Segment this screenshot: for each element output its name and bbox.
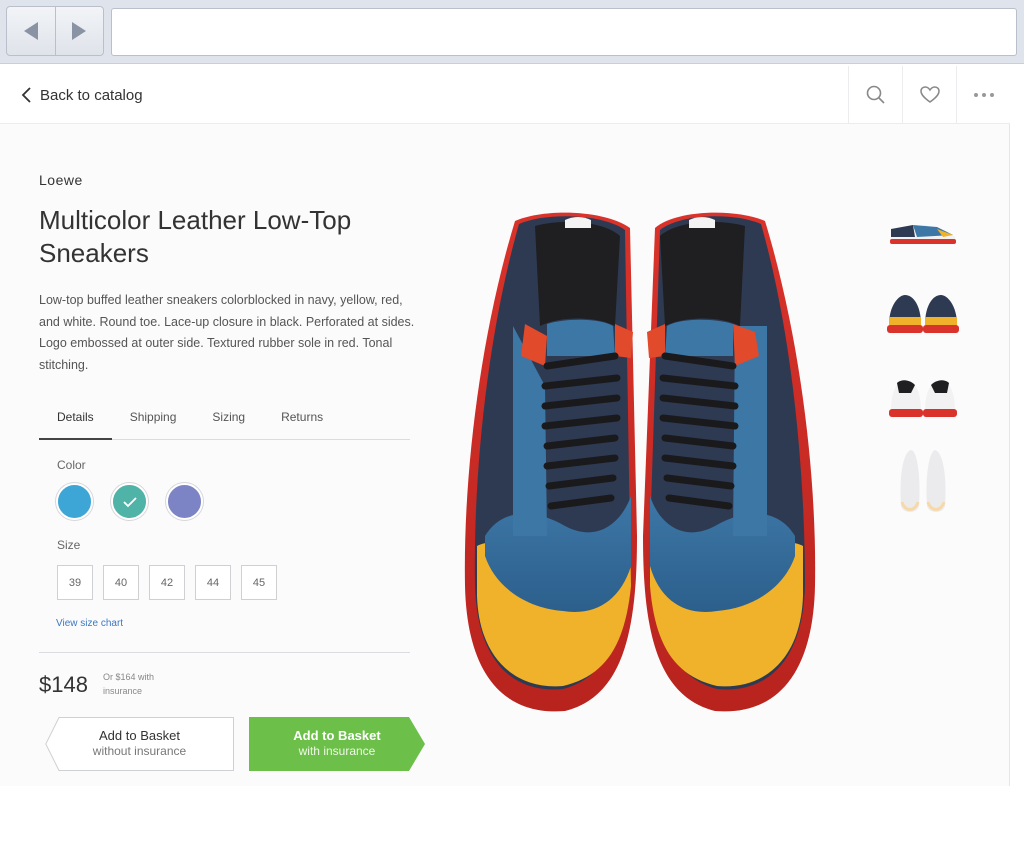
thumbnail-image xyxy=(900,450,946,512)
back-label: Back to catalog xyxy=(40,86,143,104)
price: $148 xyxy=(39,672,88,697)
size-options: 39 40 42 44 45 xyxy=(57,565,287,600)
product-tabs: Details Shipping Sizing Returns xyxy=(39,402,410,440)
button-text: Add to Basket with insurance xyxy=(249,728,425,759)
product-title: Multicolor Leather Low-Top Sneakers xyxy=(39,205,352,268)
triangle-right-icon xyxy=(72,22,87,40)
divider xyxy=(39,652,410,653)
page-topbar: Back to catalog xyxy=(0,66,1010,124)
product-page: Back to catalog Loewe Multicolor Leather… xyxy=(0,66,1010,786)
size-option[interactable]: 42 xyxy=(149,565,185,600)
left-shoe xyxy=(464,212,637,712)
button-sub-label: without insurance xyxy=(92,744,187,758)
size-option[interactable]: 40 xyxy=(103,565,139,600)
browser-nav-buttons xyxy=(6,6,104,56)
button-text: Add to Basket without insurance xyxy=(45,728,234,759)
thumbnail-image xyxy=(890,225,956,244)
right-shoe xyxy=(643,212,816,712)
size-chart-link[interactable]: View size chart xyxy=(56,618,123,629)
checkmark-icon xyxy=(122,496,137,507)
button-main-label: Add to Basket xyxy=(293,728,381,743)
search-icon xyxy=(866,85,885,104)
add-to-basket-without-insurance-button[interactable]: Add to Basket without insurance xyxy=(45,717,234,771)
color-swatch-purple[interactable] xyxy=(166,483,203,520)
tab-details[interactable]: Details xyxy=(39,402,112,440)
thumbnail-image xyxy=(889,380,957,417)
price-insurance-note: Or $164 with insurance xyxy=(103,672,155,696)
product-thumbnails xyxy=(878,190,968,526)
size-option[interactable]: 45 xyxy=(241,565,277,600)
more-dots-icon xyxy=(973,93,994,97)
chevron-left-icon xyxy=(21,87,31,103)
color-swatch-teal[interactable] xyxy=(111,483,148,520)
topbar-actions xyxy=(848,66,1010,124)
brand-name: Loewe xyxy=(39,172,83,188)
browser-toolbar xyxy=(0,0,1024,64)
thumbnail-image xyxy=(887,295,959,333)
back-to-catalog-link[interactable]: Back to catalog xyxy=(14,82,143,108)
size-label: Size xyxy=(57,538,81,552)
tab-shipping[interactable]: Shipping xyxy=(130,402,177,439)
thumbnail-back-view[interactable] xyxy=(878,358,968,438)
heart-icon xyxy=(919,86,940,103)
size-option[interactable]: 44 xyxy=(195,565,231,600)
product-image xyxy=(464,212,816,712)
more-button[interactable] xyxy=(956,66,1010,124)
button-main-label: Add to Basket xyxy=(99,728,180,743)
tab-sizing[interactable]: Sizing xyxy=(212,402,245,439)
address-bar[interactable] xyxy=(111,8,1017,56)
size-option[interactable]: 39 xyxy=(57,565,93,600)
thumbnail-side-view[interactable] xyxy=(878,190,968,270)
product-description: Low-top buffed leather sneakers colorblo… xyxy=(39,293,415,372)
color-swatch-blue[interactable] xyxy=(56,483,93,520)
tab-returns[interactable]: Returns xyxy=(281,402,323,439)
thumbnail-top-view[interactable] xyxy=(878,442,968,522)
thumbnail-front-view[interactable] xyxy=(878,274,968,354)
add-to-basket-with-insurance-button[interactable]: Add to Basket with insurance xyxy=(249,717,425,771)
browser-forward-button[interactable] xyxy=(54,7,104,55)
favorite-button[interactable] xyxy=(902,66,956,124)
triangle-left-icon xyxy=(23,22,38,40)
color-label: Color xyxy=(57,458,86,472)
browser-back-button[interactable] xyxy=(7,7,55,55)
search-button[interactable] xyxy=(848,66,902,124)
button-sub-label: with insurance xyxy=(298,744,376,758)
color-swatches xyxy=(56,483,221,520)
